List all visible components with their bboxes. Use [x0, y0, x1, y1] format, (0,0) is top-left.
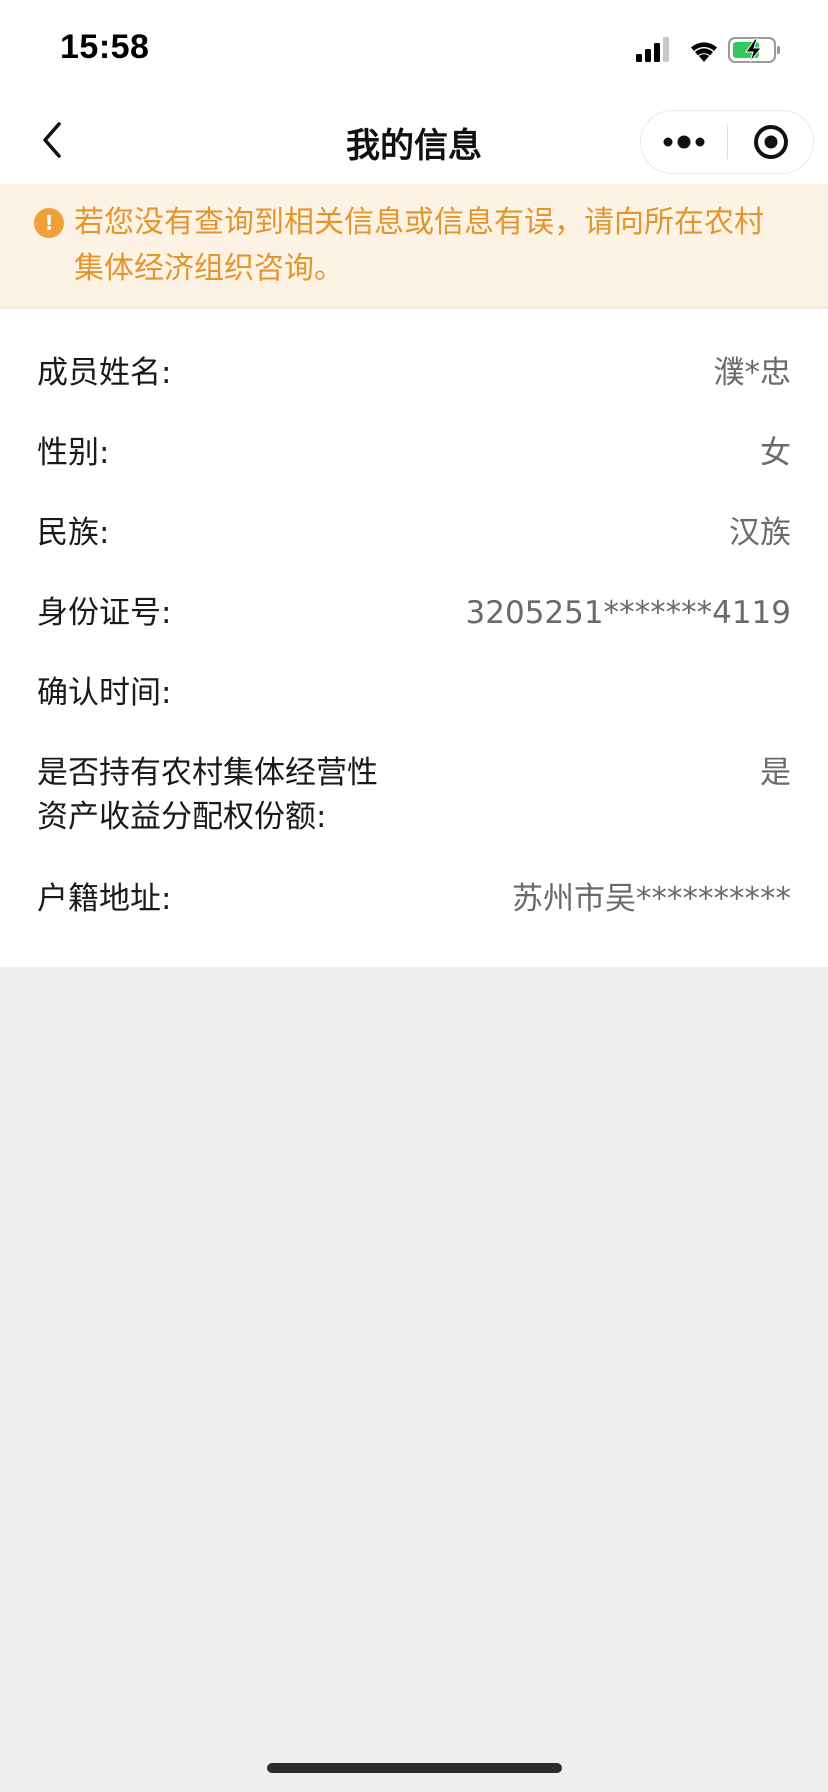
- mini-program-capsule: [640, 110, 814, 174]
- info-value: 3205251*******4119: [465, 595, 791, 631]
- info-value: 是: [760, 755, 791, 791]
- battery-charging-icon: [728, 37, 780, 63]
- info-value: 女: [760, 435, 791, 471]
- info-value: 汉族: [729, 515, 791, 551]
- notice-banner: ! 若您没有查询到相关信息或信息有误，请向所在农村集体经济组织咨询。: [0, 184, 828, 308]
- more-dots-icon: [663, 135, 705, 149]
- info-label: 户籍地址:: [37, 881, 172, 917]
- status-bar: 15:58: [0, 0, 828, 96]
- info-value: 苏州市吴**********: [512, 881, 791, 917]
- info-label: 身份证号:: [37, 595, 172, 631]
- info-label: 民族:: [37, 515, 110, 551]
- wifi-icon: [691, 42, 717, 62]
- chevron-left-icon: [43, 122, 61, 158]
- navigation-bar: 我的信息: [0, 96, 828, 184]
- more-button[interactable]: [641, 111, 727, 173]
- home-indicator[interactable]: [267, 1763, 562, 1773]
- close-mini-program-button[interactable]: [728, 111, 814, 173]
- info-value: 濮*忠: [713, 355, 792, 391]
- info-label: 确认时间:: [37, 675, 172, 711]
- signal-icon: [636, 37, 669, 62]
- member-info-panel: 成员姓名: 濮*忠 性别: 女 民族: 汉族 身份证号: 3205251****…: [0, 309, 828, 967]
- target-circle-icon: [754, 125, 788, 159]
- exclamation-icon: !: [34, 208, 64, 238]
- info-label: 性别:: [37, 435, 110, 471]
- status-time: 15:58: [60, 28, 150, 66]
- status-icons: [636, 34, 796, 64]
- info-label: 是否持有农村集体经营性 资产收益分配权份额:: [37, 755, 378, 835]
- info-label: 成员姓名:: [37, 355, 172, 391]
- notice-text: 若您没有查询到相关信息或信息有误，请向所在农村集体经济组织咨询。: [74, 205, 764, 286]
- back-button[interactable]: [22, 110, 82, 170]
